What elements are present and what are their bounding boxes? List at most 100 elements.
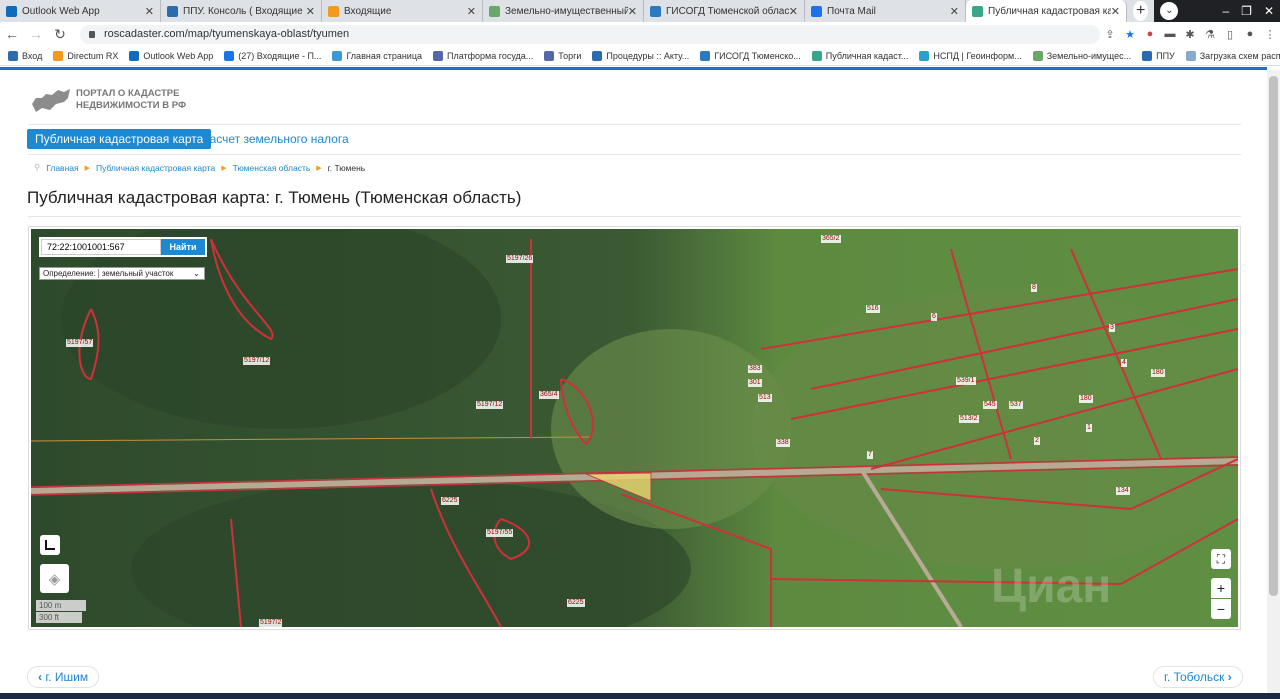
minimize-button[interactable]: – (1222, 4, 1229, 18)
breadcrumb-home[interactable]: Главная (46, 163, 78, 173)
parcel-label[interactable]: 516 (866, 305, 880, 313)
url-input[interactable]: roscadaster.com/map/tyumenskaya-oblast/t… (80, 24, 1100, 44)
close-tab-icon[interactable]: ✕ (628, 5, 637, 18)
close-tab-icon[interactable]: ✕ (950, 5, 959, 18)
browser-tab[interactable]: ГИСОГД Тюменской области ✕ (644, 0, 805, 22)
close-tab-icon[interactable]: ✕ (789, 5, 798, 18)
close-tab-icon[interactable]: ✕ (467, 5, 476, 18)
bookmark-item[interactable]: Загрузка схем расп... (1185, 50, 1280, 61)
bookmark-star-icon[interactable]: ★ (1120, 28, 1140, 41)
nav-cadastral-map[interactable]: Публичная кадастровая карта (27, 129, 212, 149)
parcel-label[interactable]: 8 (1031, 284, 1037, 292)
new-tab-button[interactable]: + (1133, 1, 1149, 21)
parcel-label[interactable]: 5197/2 (259, 619, 283, 627)
bookmark-item[interactable]: ГИСОГД Тюменско... (700, 50, 801, 61)
parcel-label[interactable]: 6 (931, 313, 937, 321)
parcel-label[interactable]: 5197/12 (243, 357, 271, 365)
close-tab-icon[interactable]: ✕ (306, 5, 315, 18)
close-tab-icon[interactable]: ✕ (1111, 5, 1120, 18)
parcel-label[interactable]: 545 (983, 401, 997, 409)
browser-tab[interactable]: Входящие ✕ (322, 0, 483, 22)
parcel-label[interactable]: 365/2 (821, 235, 841, 243)
back-button[interactable]: ← (0, 26, 24, 42)
browser-tab[interactable]: Публичная кадастровая карта✕ (966, 0, 1127, 22)
bookmark-item[interactable]: Публичная кадаст... (811, 50, 908, 61)
restore-button[interactable]: ❐ (1241, 4, 1252, 18)
find-button[interactable]: Найти (161, 239, 205, 255)
zoom-in-button[interactable]: + (1211, 578, 1231, 598)
ruler-button[interactable] (40, 535, 60, 555)
definition-select[interactable]: земельный участок ⌄ (97, 269, 203, 278)
nav-land-tax[interactable]: Расчет земельного налога (202, 129, 349, 149)
parcel-label[interactable]: 4 (1121, 359, 1127, 367)
bookmark-item[interactable]: Outlook Web App (129, 50, 213, 61)
parcel-label[interactable]: 5197/55 (486, 529, 514, 537)
tab-search-button[interactable]: ⌄ (1160, 2, 1179, 20)
bookmark-item[interactable]: Платформа госуда... (432, 50, 534, 61)
sidepanel-icon[interactable]: ▯ (1220, 28, 1240, 41)
zoom-out-button[interactable]: − (1211, 599, 1231, 619)
parcel-label[interactable]: 338 (776, 439, 790, 447)
scrollbar-thumb[interactable] (1269, 76, 1278, 596)
parcel-label[interactable]: 5197/26 (506, 255, 534, 263)
close-tab-icon[interactable]: ✕ (145, 5, 154, 18)
bookmark-item[interactable]: Торги (544, 50, 581, 61)
extension-icon[interactable]: ● (1140, 28, 1160, 40)
fullscreen-button[interactable]: ⛶ (1211, 549, 1231, 569)
bookmark-label: (27) Входящие - П... (238, 50, 322, 61)
parcel-label[interactable]: 539/1 (956, 377, 976, 385)
scale-metric: 100 m (36, 600, 86, 611)
layers-button[interactable]: ◈ (40, 564, 69, 593)
breadcrumb-map[interactable]: Публичная кадастровая карта (96, 163, 215, 173)
profile-icon[interactable]: ● (1240, 28, 1260, 40)
browser-tab[interactable]: Почта Mail ✕ (805, 0, 966, 22)
reload-button[interactable]: ↻ (48, 26, 72, 43)
parcel-label[interactable]: 301 (748, 379, 762, 387)
taskbar (0, 693, 1280, 699)
parcel-label[interactable]: 180 (1151, 369, 1165, 377)
bookmark-item[interactable]: Процедуры :: Акту... (592, 50, 689, 61)
bookmark-item[interactable]: НСПД | Геоинформ... (919, 50, 1022, 61)
parcel-label[interactable]: 5197/12 (476, 401, 504, 409)
parcel-label[interactable]: 180 (1079, 395, 1093, 403)
parcel-label[interactable]: 383 (748, 365, 762, 373)
parcel-label[interactable]: 365/4 (539, 391, 559, 399)
bookmark-item[interactable]: (27) Входящие - П... (224, 50, 322, 61)
menu-icon[interactable]: ⋮ (1260, 28, 1280, 41)
parcel-label[interactable]: 2 (1034, 437, 1040, 445)
share-icon[interactable]: ⇪ (1100, 28, 1120, 41)
puzzle-icon[interactable]: ✱ (1180, 28, 1200, 41)
parcel-label[interactable]: 5197/57 (66, 339, 94, 347)
parcel-label[interactable]: 134 (1116, 487, 1130, 495)
browser-tab[interactable]: ППУ. Консоль ( Входящие ) ✕ (161, 0, 322, 22)
prev-city-button[interactable]: ‹ г. Ишим (27, 666, 100, 688)
browser-tab[interactable]: Земельно-имущественный ком✕ (483, 0, 644, 22)
tab-title: Публичная кадастровая карта (988, 5, 1111, 17)
bookmark-item[interactable]: Directum RX (53, 50, 118, 61)
bookmark-label: Платформа госуда... (446, 50, 534, 61)
forward-button[interactable]: → (24, 26, 48, 42)
bookmark-favicon-icon (53, 50, 64, 61)
scrollbar[interactable] (1267, 70, 1280, 693)
parcel-label[interactable]: 3 (1109, 324, 1115, 332)
parcel-label[interactable]: 7 (867, 451, 873, 459)
next-city-button[interactable]: г. Тобольск › (1153, 666, 1243, 688)
parcel-label[interactable]: 537 (1009, 401, 1023, 409)
parcel-label[interactable]: 6225 (567, 599, 585, 607)
site-logo[interactable]: ПОРТАЛ О КАДАСТРЕ НЕДВИЖИМОСТИ В РФ (30, 86, 196, 114)
lab-icon[interactable]: ⚗ (1200, 28, 1220, 41)
parcel-label[interactable]: 513 (758, 394, 772, 402)
bookmark-item[interactable]: Главная страница (332, 50, 422, 61)
extension-icon[interactable]: ▬ (1160, 28, 1180, 40)
bookmark-item[interactable]: ППУ (1142, 50, 1175, 61)
breadcrumb-region[interactable]: Тюменская область (233, 163, 311, 173)
parcel-label[interactable]: 1 (1086, 424, 1092, 432)
bookmark-item[interactable]: Вход (8, 50, 42, 61)
browser-tab[interactable]: Outlook Web App ✕ (0, 0, 161, 22)
cadastral-number-input[interactable] (41, 239, 161, 255)
parcel-label[interactable]: 6225 (441, 497, 459, 505)
parcel-label[interactable]: 513/2 (959, 415, 979, 423)
cadastral-map[interactable]: 5197/26 5197/12 5197/12 365/4 365/2 5197/57 51… (28, 226, 1241, 630)
close-window-button[interactable]: ✕ (1264, 4, 1274, 18)
bookmark-item[interactable]: Земельно-имущес... (1032, 50, 1131, 61)
